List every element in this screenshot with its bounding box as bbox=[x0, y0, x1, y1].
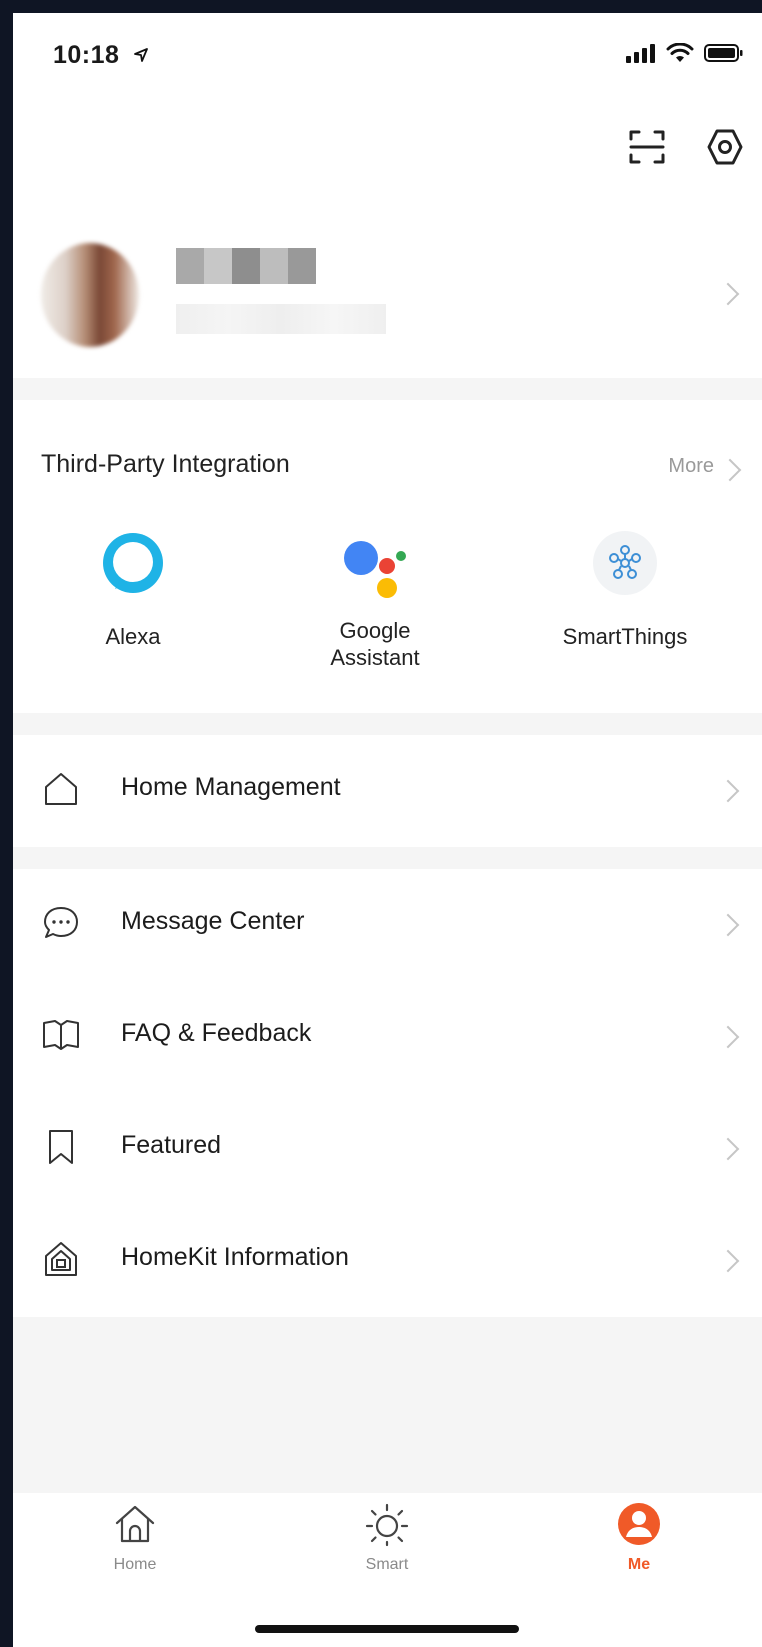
status-bar: 10:18 bbox=[13, 13, 762, 91]
tab-label: Me bbox=[627, 1556, 651, 1573]
chevron-right-icon bbox=[716, 1025, 740, 1049]
integration-title: Third-Party Integration bbox=[41, 450, 290, 478]
settings-icon[interactable] bbox=[706, 128, 744, 171]
tab-smart[interactable]: Smart bbox=[327, 1501, 447, 1574]
integration-label: Alexa bbox=[105, 624, 161, 649]
integration-label: Google Assistant bbox=[330, 618, 420, 670]
status-time: 10:18 bbox=[53, 41, 149, 70]
menu-homekit-information[interactable]: HomeKit Information bbox=[13, 1205, 762, 1317]
menu-faq-feedback[interactable]: FAQ & Feedback bbox=[13, 981, 762, 1093]
house-outline-icon bbox=[45, 773, 77, 805]
menu-label: Home Management bbox=[121, 773, 341, 801]
integration-smartthings[interactable]: SmartThings bbox=[525, 528, 725, 650]
menu-featured[interactable]: Featured bbox=[13, 1093, 762, 1205]
home-indicator bbox=[255, 1625, 519, 1633]
integration-label: SmartThings bbox=[562, 624, 688, 649]
bookmark-icon bbox=[49, 1130, 73, 1164]
avatar bbox=[41, 243, 139, 347]
menu-label: Message Center bbox=[121, 907, 305, 935]
google-assistant-icon bbox=[344, 541, 406, 598]
alexa-icon bbox=[103, 533, 163, 593]
integration-google-assistant[interactable]: Google Assistant bbox=[275, 528, 475, 671]
user-profile-icon bbox=[618, 1503, 660, 1545]
cellular-signal-icon bbox=[626, 44, 655, 63]
tab-label: Smart bbox=[365, 1556, 409, 1573]
chevron-right-icon bbox=[716, 1249, 740, 1273]
section-divider bbox=[13, 713, 762, 735]
status-indicators bbox=[626, 43, 744, 63]
chevron-right-icon bbox=[716, 913, 740, 937]
status-time-text: 10:18 bbox=[53, 41, 120, 69]
tab-home[interactable]: Home bbox=[75, 1501, 195, 1574]
house-icon bbox=[115, 1505, 155, 1543]
homekit-icon bbox=[45, 1242, 77, 1276]
menu-home-management[interactable]: Home Management bbox=[13, 735, 762, 847]
scan-icon[interactable] bbox=[628, 128, 666, 171]
chevron-right-icon bbox=[718, 458, 742, 482]
chevron-right-icon bbox=[716, 282, 740, 306]
tab-bar: Home Smart Me bbox=[13, 1493, 762, 1647]
chevron-right-icon bbox=[716, 779, 740, 803]
battery-icon bbox=[704, 44, 743, 62]
profile-name-redacted bbox=[176, 248, 316, 284]
me-screen: 10:18 Third-Party Integration More Alexa… bbox=[13, 13, 762, 1647]
sun-icon bbox=[365, 1503, 409, 1547]
chevron-right-icon bbox=[716, 1137, 740, 1161]
book-open-icon bbox=[43, 1020, 79, 1050]
location-arrow-icon bbox=[133, 47, 149, 68]
menu-label: HomeKit Information bbox=[121, 1243, 349, 1271]
top-actions bbox=[628, 128, 744, 171]
tab-me[interactable]: Me bbox=[579, 1501, 699, 1574]
smartthings-icon bbox=[593, 531, 657, 595]
menu-label: Featured bbox=[121, 1131, 222, 1159]
more-label[interactable]: More bbox=[668, 455, 714, 478]
profile-card[interactable] bbox=[13, 228, 762, 358]
tab-label: Home bbox=[113, 1556, 157, 1573]
wifi-icon bbox=[666, 43, 694, 62]
integration-alexa[interactable]: Alexa bbox=[33, 528, 233, 650]
section-divider bbox=[13, 378, 762, 400]
menu-message-center[interactable]: Message Center bbox=[13, 869, 762, 981]
chat-bubble-icon bbox=[44, 907, 78, 938]
menu-label: FAQ & Feedback bbox=[121, 1019, 312, 1047]
empty-area bbox=[13, 1317, 762, 1493]
section-divider bbox=[13, 847, 762, 869]
profile-subtitle-redacted bbox=[176, 304, 386, 334]
